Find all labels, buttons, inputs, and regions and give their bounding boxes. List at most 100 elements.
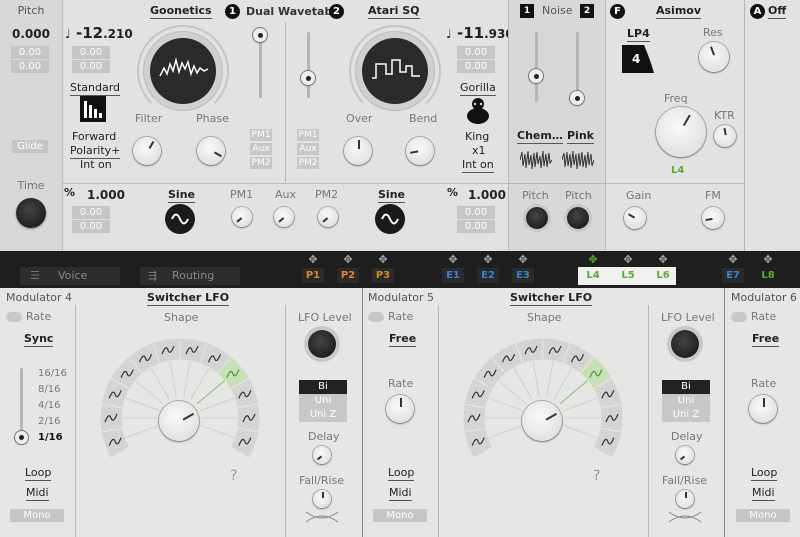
drag-handle-icon[interactable]: ✥	[727, 254, 739, 266]
time-knob[interactable]	[16, 198, 46, 228]
mod4-uni-button[interactable]: Uni	[299, 394, 347, 408]
mod4-rate-thumb[interactable]	[15, 431, 28, 444]
osc1-sub2[interactable]: 0.00	[72, 60, 110, 73]
osc1-sub1[interactable]: 0.00	[72, 46, 110, 59]
osc2-level-thumb[interactable]	[301, 71, 315, 85]
drag-handle-icon[interactable]: ✥	[482, 254, 494, 266]
tab-voice[interactable]: ☰ Voice	[20, 267, 120, 285]
mod4-lfo-level-knob[interactable]	[308, 330, 336, 358]
mod4-midi[interactable]: Midi	[26, 486, 49, 501]
mod-source-p3[interactable]: P3	[372, 268, 394, 283]
mod-source-l5[interactable]: L5	[617, 268, 639, 283]
fm-knob[interactable]	[702, 207, 724, 229]
osc2-wave-display[interactable]	[362, 38, 428, 104]
osc2-over-knob[interactable]	[344, 137, 372, 165]
osc1-pitch-value[interactable]: -12.210	[76, 24, 133, 42]
osc2-wavetable-name[interactable]: Atari SQ	[368, 4, 420, 19]
mod4-division-1[interactable]: 8/16	[38, 384, 60, 395]
osc1-filter-knob[interactable]	[133, 137, 161, 165]
drag-handle-icon[interactable]: ✥	[657, 254, 669, 266]
drag-handle-icon[interactable]: ✥	[307, 254, 319, 266]
osc2-sub2[interactable]: 0.00	[457, 60, 495, 73]
osc1-int[interactable]: Int on	[80, 158, 112, 171]
mod-source-p1[interactable]: P1	[302, 268, 324, 283]
mod4-shape-knob[interactable]	[159, 401, 199, 441]
osc2-level-sub2[interactable]: 0.00	[457, 220, 495, 233]
osc2-level-track[interactable]	[307, 32, 310, 98]
mod5-midi[interactable]: Midi	[389, 486, 412, 501]
mod-source-e7[interactable]: E7	[722, 268, 744, 283]
mod4-division-0[interactable]: 16/16	[38, 368, 67, 379]
osc2-l1[interactable]: King	[465, 130, 489, 143]
noise2-source[interactable]: Pink	[567, 129, 594, 144]
mod4-sync[interactable]: Sync	[24, 332, 54, 347]
osc2-int[interactable]: Int on	[462, 158, 494, 173]
mod6-mono[interactable]: Mono	[736, 509, 790, 522]
drag-handle-icon[interactable]: ✥	[447, 254, 459, 266]
osc1-aux-button[interactable]: Aux	[250, 143, 272, 155]
drag-handle-icon[interactable]: ✥	[587, 254, 599, 266]
noise1-level-track[interactable]	[535, 32, 538, 102]
mod5-lfo-level-knob[interactable]	[671, 330, 699, 358]
osc1-shape[interactable]: Sine	[168, 188, 195, 203]
gain-knob[interactable]	[624, 207, 646, 229]
osc2-sub1[interactable]: 0.00	[457, 46, 495, 59]
osc1-wavetable-name[interactable]: Goonetics	[150, 4, 212, 19]
mod5-rate-toggle[interactable]	[368, 312, 384, 322]
mod4-fall-knob[interactable]	[313, 490, 331, 508]
noise1-pitch-knob[interactable]	[526, 207, 548, 229]
mod4-rate-toggle[interactable]	[6, 312, 22, 322]
osc1-pm1-knob[interactable]	[232, 207, 252, 227]
mod5-bi-button[interactable]: Bi	[662, 380, 710, 394]
osc1-phase-knob[interactable]	[197, 137, 225, 165]
mod4-mono[interactable]: Mono	[10, 509, 64, 522]
drag-handle-icon[interactable]: ✥	[377, 254, 389, 266]
mod5-loop[interactable]: Loop	[388, 466, 415, 481]
mod4-delay-knob[interactable]	[313, 446, 331, 464]
mod5-delay-knob[interactable]	[676, 446, 694, 464]
mod5-sync[interactable]: Free	[389, 332, 417, 347]
osc1-level-sub2[interactable]: 0.00	[72, 220, 110, 233]
mod6-sync[interactable]: Free	[752, 332, 780, 347]
drag-handle-icon[interactable]: ✥	[517, 254, 529, 266]
mod-source-e2[interactable]: E2	[477, 268, 499, 283]
mod6-loop[interactable]: Loop	[751, 466, 778, 481]
mod5-uniz-button[interactable]: Uni Z	[662, 408, 710, 422]
mod4-rate-track[interactable]	[20, 368, 23, 440]
pitch-sub2[interactable]: 0.00	[11, 60, 49, 73]
osc2-mode[interactable]: Gorilla	[460, 81, 496, 96]
mod4-bi-button[interactable]: Bi	[299, 380, 347, 394]
noise2-pitch-knob[interactable]	[567, 207, 589, 229]
osc1-sine-icon[interactable]	[165, 204, 195, 234]
osc1-level-sub1[interactable]: 0.00	[72, 206, 110, 219]
mod5-rate-knob[interactable]	[386, 395, 414, 423]
noise2-level-thumb[interactable]	[570, 91, 584, 105]
osc2-bend-knob[interactable]	[406, 137, 434, 165]
pitch-value[interactable]: 0.000	[0, 27, 62, 41]
osc2-aux-button[interactable]: Aux	[297, 143, 319, 155]
osc1-pm2-button[interactable]: PM2	[250, 157, 272, 169]
osc2-level-value[interactable]: 1.000	[468, 188, 506, 202]
amp-state[interactable]: Off	[768, 4, 787, 19]
mod4-division-3[interactable]: 2/16	[38, 416, 60, 427]
shape-segment[interactable]	[229, 427, 260, 459]
mod-source-e3[interactable]: E3	[512, 268, 534, 283]
osc1-mode[interactable]: Standard	[70, 81, 121, 96]
mod4-loop[interactable]: Loop	[25, 466, 52, 481]
mod-source-e1[interactable]: E1	[442, 268, 464, 283]
mod5-random-shape[interactable]: ?	[593, 468, 600, 484]
noise1-level-thumb[interactable]	[529, 69, 543, 83]
osc2-l2[interactable]: x1	[472, 144, 486, 157]
ktr-knob[interactable]	[714, 125, 736, 147]
mod5-fall-knob[interactable]	[676, 490, 694, 508]
mod6-rate-knob[interactable]	[749, 395, 777, 423]
filter-slope-icon[interactable]: 4	[622, 45, 654, 73]
mod4-type[interactable]: Switcher LFO	[147, 291, 230, 306]
mod5-type[interactable]: Switcher LFO	[510, 291, 593, 306]
drag-handle-icon[interactable]: ✥	[622, 254, 634, 266]
freq-knob[interactable]	[656, 107, 706, 157]
mod5-shape-knob[interactable]	[522, 401, 562, 441]
osc1-level-value[interactable]: 1.000	[87, 188, 125, 202]
osc2-pm2-button[interactable]: PM2	[297, 157, 319, 169]
noise1-source[interactable]: Chem…	[517, 129, 563, 144]
